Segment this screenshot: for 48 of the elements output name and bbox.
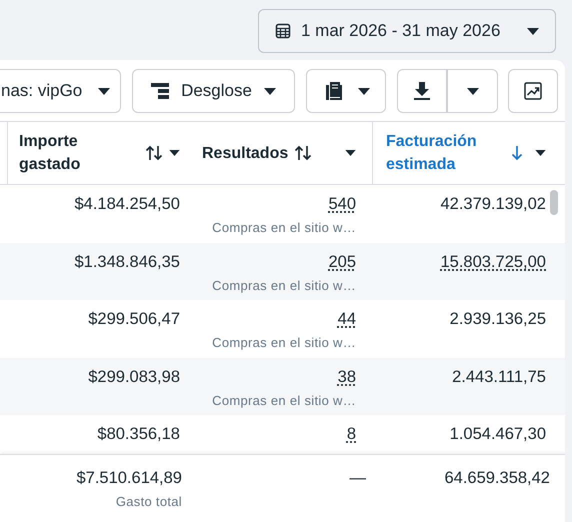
table-cell-text: $1.348.846,35: [74, 252, 180, 272]
chart-button[interactable]: [508, 69, 558, 113]
total-cell-text: 64.659.358,42: [444, 468, 550, 489]
column-header[interactable]: Facturación estimada: [372, 122, 560, 184]
table-cell-text: 15.803.725,00: [440, 252, 546, 272]
trend-chart-icon: [524, 82, 542, 100]
table-cell: Compras en el sitio w…: [212, 278, 356, 292]
table-cell: Compras en el sitio w…: [212, 392, 356, 408]
table-cell-text: 38: [338, 366, 356, 388]
table-cell: Compras en el sitio w…: [212, 220, 356, 235]
table-cell-text: $4.184.254,50: [74, 194, 180, 215]
caret-icon: [345, 150, 356, 156]
caret-icon: [98, 88, 110, 94]
filter-button[interactable]: nas: vipGo: [0, 69, 121, 113]
download-button[interactable]: [397, 69, 447, 113]
caret-icon: [527, 28, 539, 34]
breakdown-button[interactable]: Desglose: [132, 69, 295, 113]
date-range-button[interactable]: 1 mar 2026 - 31 may 2026: [258, 9, 556, 53]
total-cell-text: $7.510.614,89: [76, 468, 182, 489]
scrollbar-thumb[interactable]: [550, 190, 558, 215]
table-cell: Compras en el sitio w…: [212, 335, 356, 350]
caret-icon: [466, 88, 478, 94]
table-cell-text: $299.083,98: [88, 366, 180, 388]
table-cell-text: 2.939.136,25: [450, 309, 546, 330]
download-icon: [414, 82, 430, 100]
caret-icon: [264, 88, 276, 94]
table-cell-text: 44: [338, 309, 356, 330]
table-cell-text: 540: [328, 194, 356, 215]
reports-button[interactable]: [306, 69, 386, 113]
table-cell-text: $80.356,18: [97, 424, 180, 445]
sort-descending-icon: [511, 145, 523, 161]
table-cell-text: 8: [346, 424, 356, 445]
sort-icon: [145, 145, 163, 161]
table-cell-text: 1.054.467,30: [450, 424, 546, 445]
sort-icon: [294, 145, 312, 161]
breakdown-icon: [151, 83, 170, 99]
table-cell-text: 2.443.111,75: [452, 366, 546, 388]
caret-icon: [358, 88, 370, 94]
caret-icon: [169, 150, 180, 156]
table-cell-text: 42.379.139,02: [440, 194, 546, 215]
calendar-icon: [275, 23, 291, 39]
table-cell-text: 205: [328, 252, 356, 272]
column-header[interactable]: Importe gastado: [8, 122, 187, 184]
total-cell-text: —: [350, 468, 366, 489]
table-cell-text: $299.506,47: [88, 309, 180, 330]
column-header[interactable]: Resultados: [187, 122, 372, 184]
total-label: Gasto total: [116, 494, 182, 509]
caret-icon: [535, 150, 546, 156]
